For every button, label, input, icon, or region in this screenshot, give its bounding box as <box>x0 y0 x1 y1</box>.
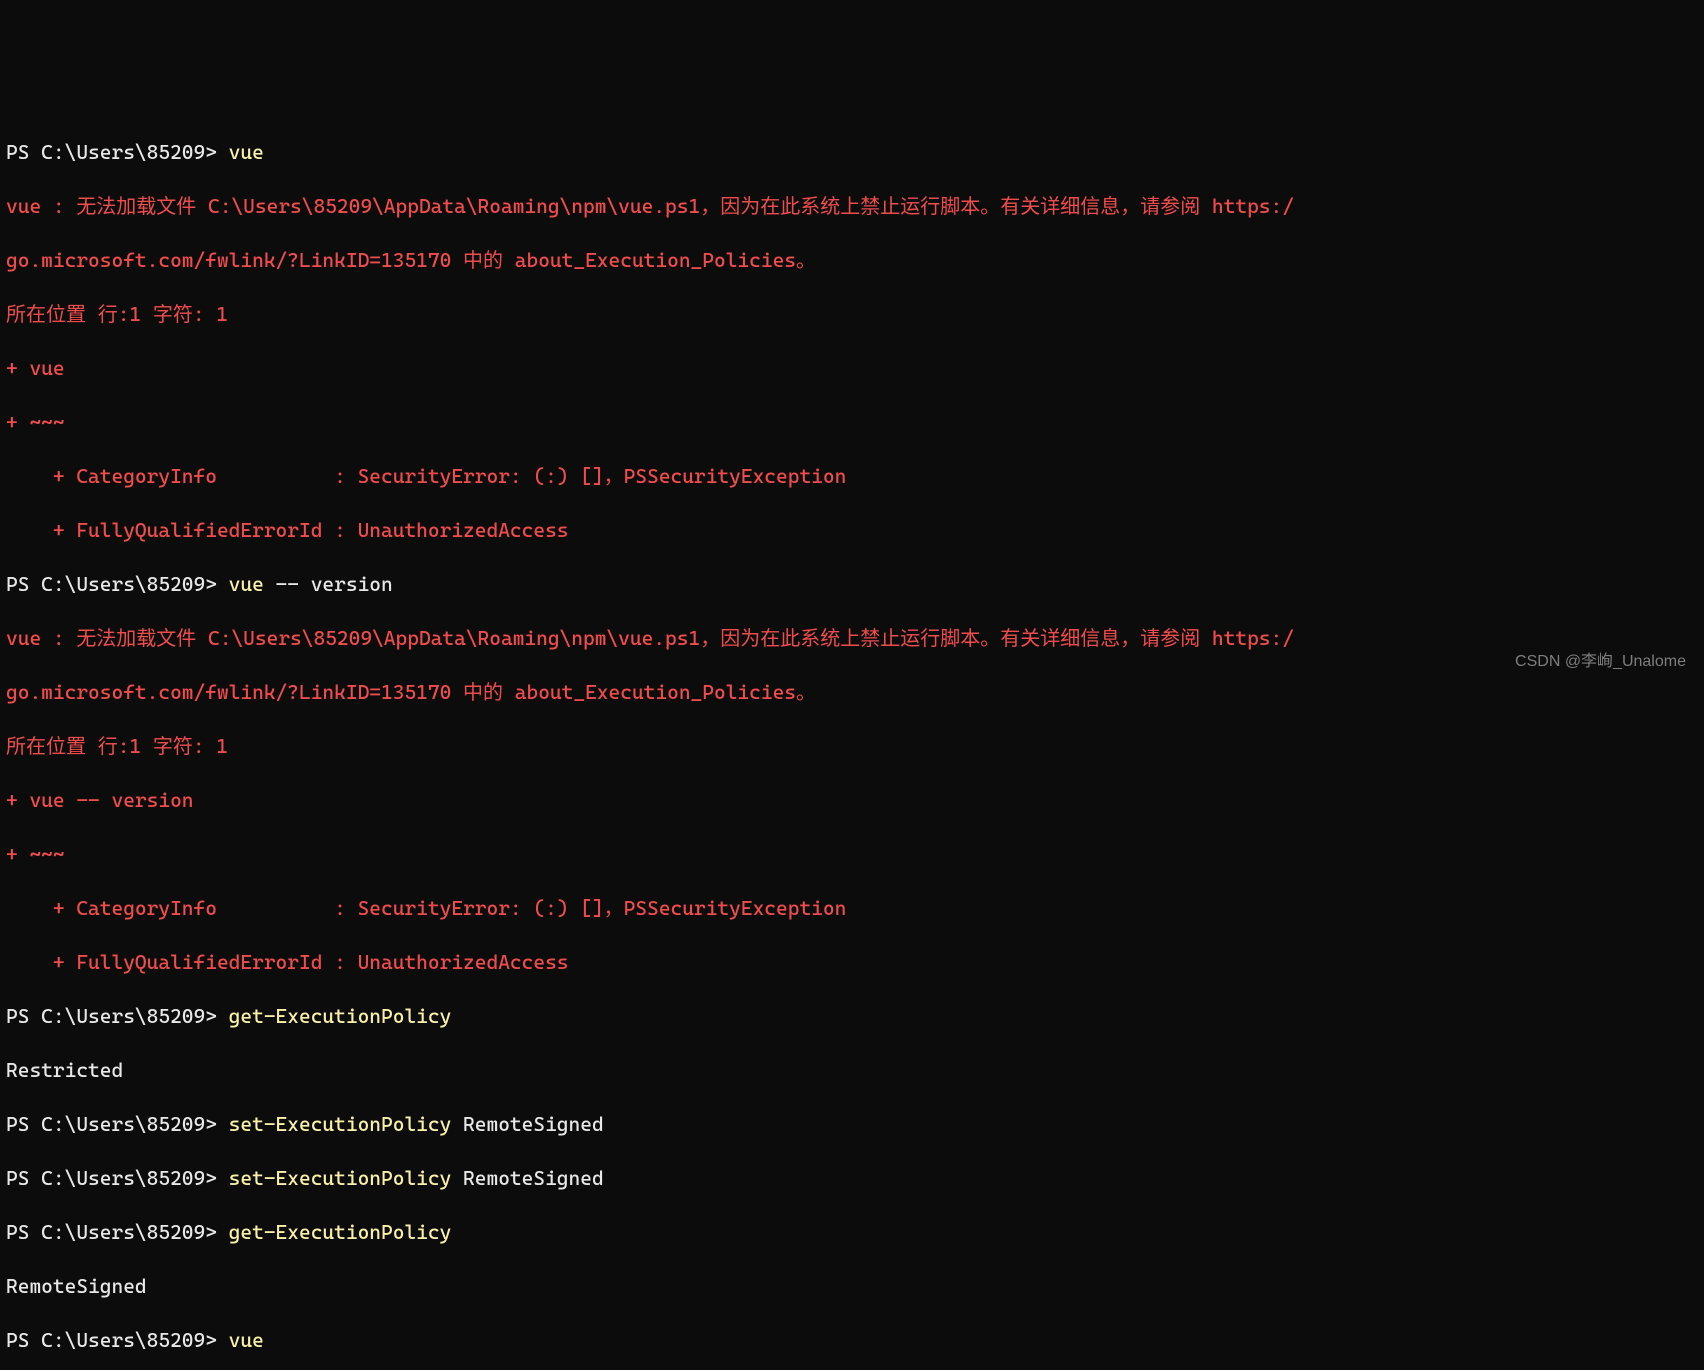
watermark: CSDN @李峋_Unalome <box>1515 651 1686 673</box>
command-vue: vue <box>229 140 264 164</box>
error-line: 所在位置 行:1 字符: 1 <box>6 301 1698 328</box>
prompt: PS C:\Users\85209> <box>6 1328 229 1352</box>
command-arg: RemoteSigned <box>451 1112 603 1136</box>
error-line: + CategoryInfo : SecurityError: (:) []，P… <box>6 463 1698 490</box>
command-get-policy: get-ExecutionPolicy <box>229 1220 452 1244</box>
error-line: + ~~~ <box>6 841 1698 868</box>
prompt: PS C:\Users\85209> <box>6 1220 229 1244</box>
command-arg: -- version <box>264 572 393 596</box>
error-line: go.microsoft.com/fwlink/?LinkID=135170 中… <box>6 679 1698 706</box>
prompt: PS C:\Users\85209> <box>6 1112 229 1136</box>
error-line: 所在位置 行:1 字符: 1 <box>6 733 1698 760</box>
prompt: PS C:\Users\85209> <box>6 1004 229 1028</box>
prompt: PS C:\Users\85209> <box>6 572 229 596</box>
error-line: go.microsoft.com/fwlink/?LinkID=135170 中… <box>6 247 1698 274</box>
terminal-output[interactable]: PS C:\Users\85209> vue vue : 无法加载文件 C:\U… <box>6 112 1698 1370</box>
error-line: + FullyQualifiedErrorId : UnauthorizedAc… <box>6 517 1698 544</box>
error-line: vue : 无法加载文件 C:\Users\85209\AppData\Roam… <box>6 193 1698 220</box>
command-arg: RemoteSigned <box>451 1166 603 1190</box>
command-set-policy: set-ExecutionPolicy <box>229 1112 452 1136</box>
output-line: Restricted <box>6 1057 1698 1084</box>
command-vue: vue <box>229 1328 264 1352</box>
command-set-policy: set-ExecutionPolicy <box>229 1166 452 1190</box>
output-line: RemoteSigned <box>6 1273 1698 1300</box>
error-line: + ~~~ <box>6 409 1698 436</box>
error-line: + CategoryInfo : SecurityError: (:) []，P… <box>6 895 1698 922</box>
command-get-policy: get-ExecutionPolicy <box>229 1004 452 1028</box>
error-line: vue : 无法加载文件 C:\Users\85209\AppData\Roam… <box>6 625 1698 652</box>
error-line: + vue -- version <box>6 787 1698 814</box>
error-line: + FullyQualifiedErrorId : UnauthorizedAc… <box>6 949 1698 976</box>
command-vue: vue <box>229 572 264 596</box>
prompt: PS C:\Users\85209> <box>6 140 229 164</box>
prompt: PS C:\Users\85209> <box>6 1166 229 1190</box>
error-line: + vue <box>6 355 1698 382</box>
